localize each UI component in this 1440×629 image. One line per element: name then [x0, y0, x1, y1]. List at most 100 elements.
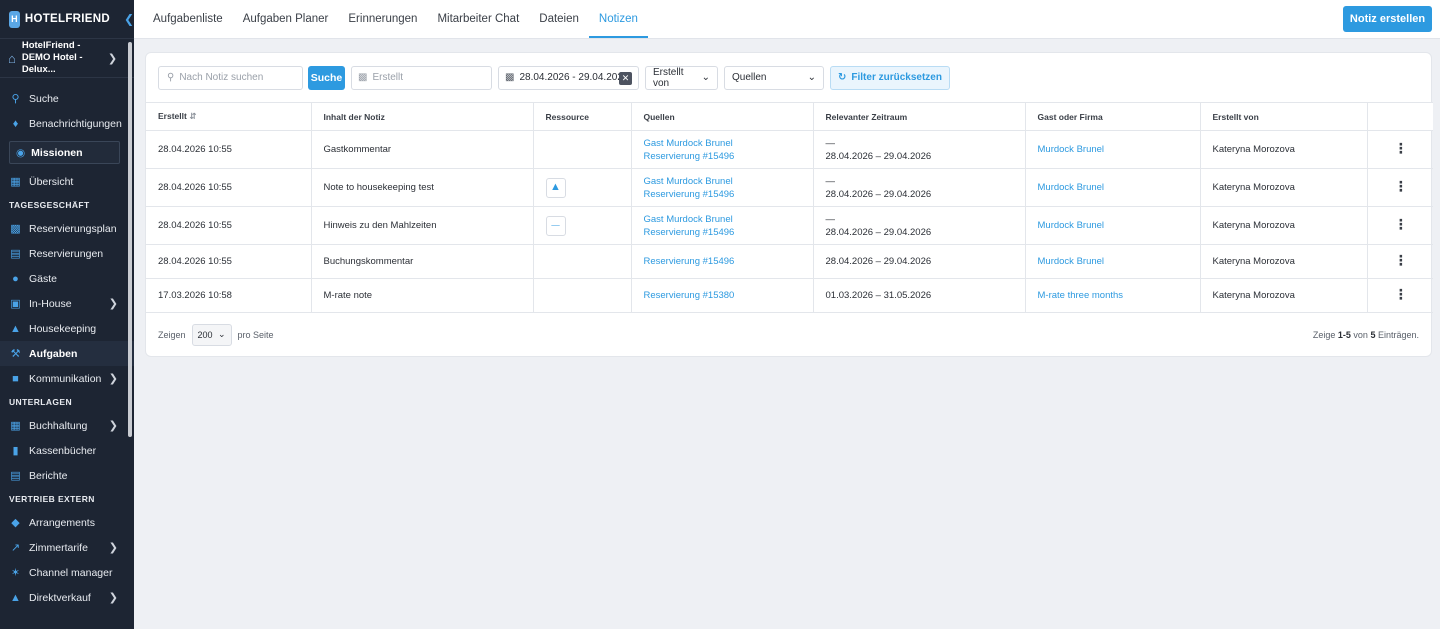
- per-page-select[interactable]: 200 ⌄: [191, 323, 232, 346]
- notes-card: ⚲ Nach Notiz suchen Suche ▩ Erstellt ▩ 2…: [145, 52, 1433, 357]
- source-guest-link[interactable]: Gast Murdock Brunel: [644, 137, 813, 150]
- sidebar-item-uebersicht[interactable]: ▦ Übersicht: [0, 169, 134, 194]
- tag-icon: ◆: [11, 517, 20, 529]
- sidebar-item-arrangements[interactable]: ◆ Arrangements: [0, 510, 134, 535]
- sidebar-item-in-house[interactable]: ▣ In-House ❯: [0, 291, 134, 316]
- guest-link[interactable]: M-rate three months: [1038, 289, 1200, 302]
- header-erstellt[interactable]: Erstellt ⇵: [146, 102, 312, 131]
- cell-created: 28.04.2026 10:55: [146, 168, 312, 207]
- cell-actions: ⋮: [1367, 168, 1433, 207]
- show-label: Zeigen: [158, 329, 186, 340]
- reset-filters-button[interactable]: ↻ Filter zurücksetzen: [830, 65, 950, 90]
- hotel-name: HotelFriend - DEMO Hotel - Delux...: [21, 40, 83, 75]
- clear-date-icon[interactable]: ✕: [619, 71, 632, 85]
- sidebar-item-reservierungsplan[interactable]: ▩ Reservierungsplan: [0, 216, 134, 241]
- missionen-button[interactable]: ◉ Missionen: [9, 141, 120, 164]
- source-reservation-link[interactable]: Reservierung #15380: [644, 289, 813, 302]
- create-note-button[interactable]: Notiz erstellen: [1343, 6, 1432, 32]
- tab-erinnerungen[interactable]: Erinnerungen: [338, 0, 427, 38]
- more-vertical-icon[interactable]: ⋮: [1394, 252, 1408, 268]
- tab-aufgaben-planer[interactable]: Aufgaben Planer: [233, 0, 339, 38]
- period-start: —: [825, 175, 836, 187]
- table-row[interactable]: 28.04.2026 10:55 Note to housekeeping te…: [146, 168, 1433, 207]
- chevron-right-icon: ❯: [108, 420, 118, 432]
- chevron-down-icon: ⌄: [701, 72, 710, 83]
- sidebar-item-label: Arrangements: [29, 516, 95, 529]
- search-button[interactable]: Suche: [308, 65, 345, 90]
- cell-sources: Reservierung #15380: [631, 278, 814, 313]
- sidebar-item-label: Gäste: [29, 272, 58, 285]
- source-reservation-link[interactable]: Reservierung #15496: [644, 255, 813, 268]
- more-vertical-icon[interactable]: ⋮: [1394, 140, 1408, 156]
- sidebar-item-channel-manager[interactable]: ✶ Channel manager: [0, 560, 134, 585]
- table-row[interactable]: 17.03.2026 10:58 M-rate note Reservierun…: [146, 278, 1433, 313]
- sidebar-item-label: Reservierungsplan: [29, 222, 117, 235]
- sidebar-item-benachrichtigungen[interactable]: ♦ Benachrichtigungen: [0, 111, 134, 136]
- dashboard-icon: ▦: [10, 176, 21, 188]
- guest-link[interactable]: Murdock Brunel: [1038, 143, 1200, 156]
- logo[interactable]: H HOTELFRIEND ❮: [0, 0, 134, 38]
- more-vertical-icon[interactable]: ⋮: [1394, 216, 1408, 232]
- table-row[interactable]: 28.04.2026 10:55 Gastkommentar Gast Murd…: [146, 130, 1433, 169]
- table-header-row: Erstellt ⇵ Inhalt der Notiz Ressource Qu…: [146, 102, 1433, 131]
- chart-icon: ↗: [10, 542, 21, 554]
- tab-notizen[interactable]: Notizen: [588, 0, 648, 38]
- cell-content: Gastkommentar: [311, 130, 534, 169]
- chevron-right-icon: ❯: [108, 373, 118, 385]
- sources-select[interactable]: Quellen ⌄: [724, 65, 824, 90]
- table-row[interactable]: 28.04.2026 10:55 Buchungskommentar Reser…: [146, 244, 1433, 279]
- search-input[interactable]: ⚲ Nach Notiz suchen: [158, 65, 303, 90]
- sidebar-item-gaeste[interactable]: ● Gäste: [0, 266, 134, 291]
- bed-icon: ▣: [10, 298, 21, 310]
- cell-sources: Reservierung #15496: [631, 244, 814, 279]
- per-page-value: 200: [197, 329, 213, 340]
- collapse-sidebar-icon[interactable]: ❮: [124, 12, 134, 26]
- reset-filters-label: Filter zurücksetzen: [851, 72, 942, 83]
- more-vertical-icon[interactable]: ⋮: [1394, 286, 1408, 302]
- sidebar-item-reservierungen[interactable]: ▤ Reservierungen: [0, 241, 134, 266]
- period-range: 28.04.2026 – 29.04.2026: [825, 188, 932, 200]
- created-by-select[interactable]: Erstellt von ⌄: [645, 65, 718, 90]
- sidebar-item-label: Direktverkauf: [29, 591, 91, 604]
- source-guest-link[interactable]: Gast Murdock Brunel: [644, 213, 813, 226]
- tab-mitarbeiter-chat[interactable]: Mitarbeiter Chat: [427, 0, 529, 38]
- sidebar-item-label: Channel manager: [29, 566, 113, 579]
- hotel-selector[interactable]: ⌂ HotelFriend - DEMO Hotel - Delux... ❯: [0, 38, 134, 78]
- source-reservation-link[interactable]: Reservierung #15496: [644, 150, 813, 163]
- sidebar-item-label: Housekeeping: [29, 322, 97, 335]
- source-guest-link[interactable]: Gast Murdock Brunel: [644, 175, 813, 188]
- guest-link[interactable]: Murdock Brunel: [1038, 181, 1200, 194]
- sidebar-item-direktverkauf[interactable]: ▲ Direktverkauf ❯: [0, 585, 134, 610]
- source-reservation-link[interactable]: Reservierung #15496: [644, 188, 813, 201]
- guest-link[interactable]: Murdock Brunel: [1038, 255, 1200, 268]
- tab-aufgabenliste[interactable]: Aufgabenliste: [134, 0, 233, 38]
- sidebar-item-zimmertarife[interactable]: ↗ Zimmertarife ❯: [0, 535, 134, 560]
- sidebar-item-kommunikation[interactable]: ■ Kommunikation ❯: [0, 366, 134, 391]
- date-range-field[interactable]: ▩ 28.04.2026 - 29.04.2026 ✕: [498, 65, 639, 90]
- cell-actions: ⋮: [1367, 244, 1433, 279]
- cell-sources: Gast Murdock Brunel Reservierung #15496: [631, 206, 814, 245]
- sidebar-item-aufgaben[interactable]: ⚒ Aufgaben: [0, 341, 134, 366]
- sidebar-scrollbar[interactable]: [128, 42, 132, 437]
- created-date-field[interactable]: ▩ Erstellt: [351, 65, 492, 90]
- cell-content: Hinweis zu den Mahlzeiten: [311, 206, 534, 245]
- sidebar-item-berichte[interactable]: ▤ Berichte: [0, 463, 134, 488]
- notes-table: Erstellt ⇵ Inhalt der Notiz Ressource Qu…: [146, 102, 1433, 313]
- guest-link[interactable]: Murdock Brunel: [1038, 219, 1200, 232]
- sidebar-item-housekeeping[interactable]: ▲ Housekeeping: [0, 316, 134, 341]
- cell-guest: Murdock Brunel: [1025, 168, 1201, 207]
- refresh-icon: ↻: [838, 72, 847, 83]
- tab-dateien[interactable]: Dateien: [529, 0, 589, 38]
- sort-icon[interactable]: ⇵: [189, 111, 196, 121]
- sidebar-item-label: Kassenbücher: [29, 444, 97, 457]
- table-row[interactable]: 28.04.2026 10:55 Hinweis zu den Mahlzeit…: [146, 206, 1433, 245]
- sidebar-item-kassenbuecher[interactable]: ▮ Kassenbücher: [0, 438, 134, 463]
- sidebar-item-suche[interactable]: ⚲ Suche: [0, 86, 134, 111]
- section-tagesgeschaeft: TAGESGESCHÄFT: [9, 200, 90, 210]
- sidebar-item-label: In-House: [29, 297, 72, 310]
- sidebar-item-buchhaltung[interactable]: ▦ Buchhaltung ❯: [0, 413, 134, 438]
- more-vertical-icon[interactable]: ⋮: [1394, 178, 1408, 194]
- date-range-value: 28.04.2026 - 29.04.2026: [519, 72, 629, 83]
- source-reservation-link[interactable]: Reservierung #15496: [644, 226, 813, 239]
- entries-summary: Zeige 1-5 von 5 Einträgen.: [1312, 329, 1419, 340]
